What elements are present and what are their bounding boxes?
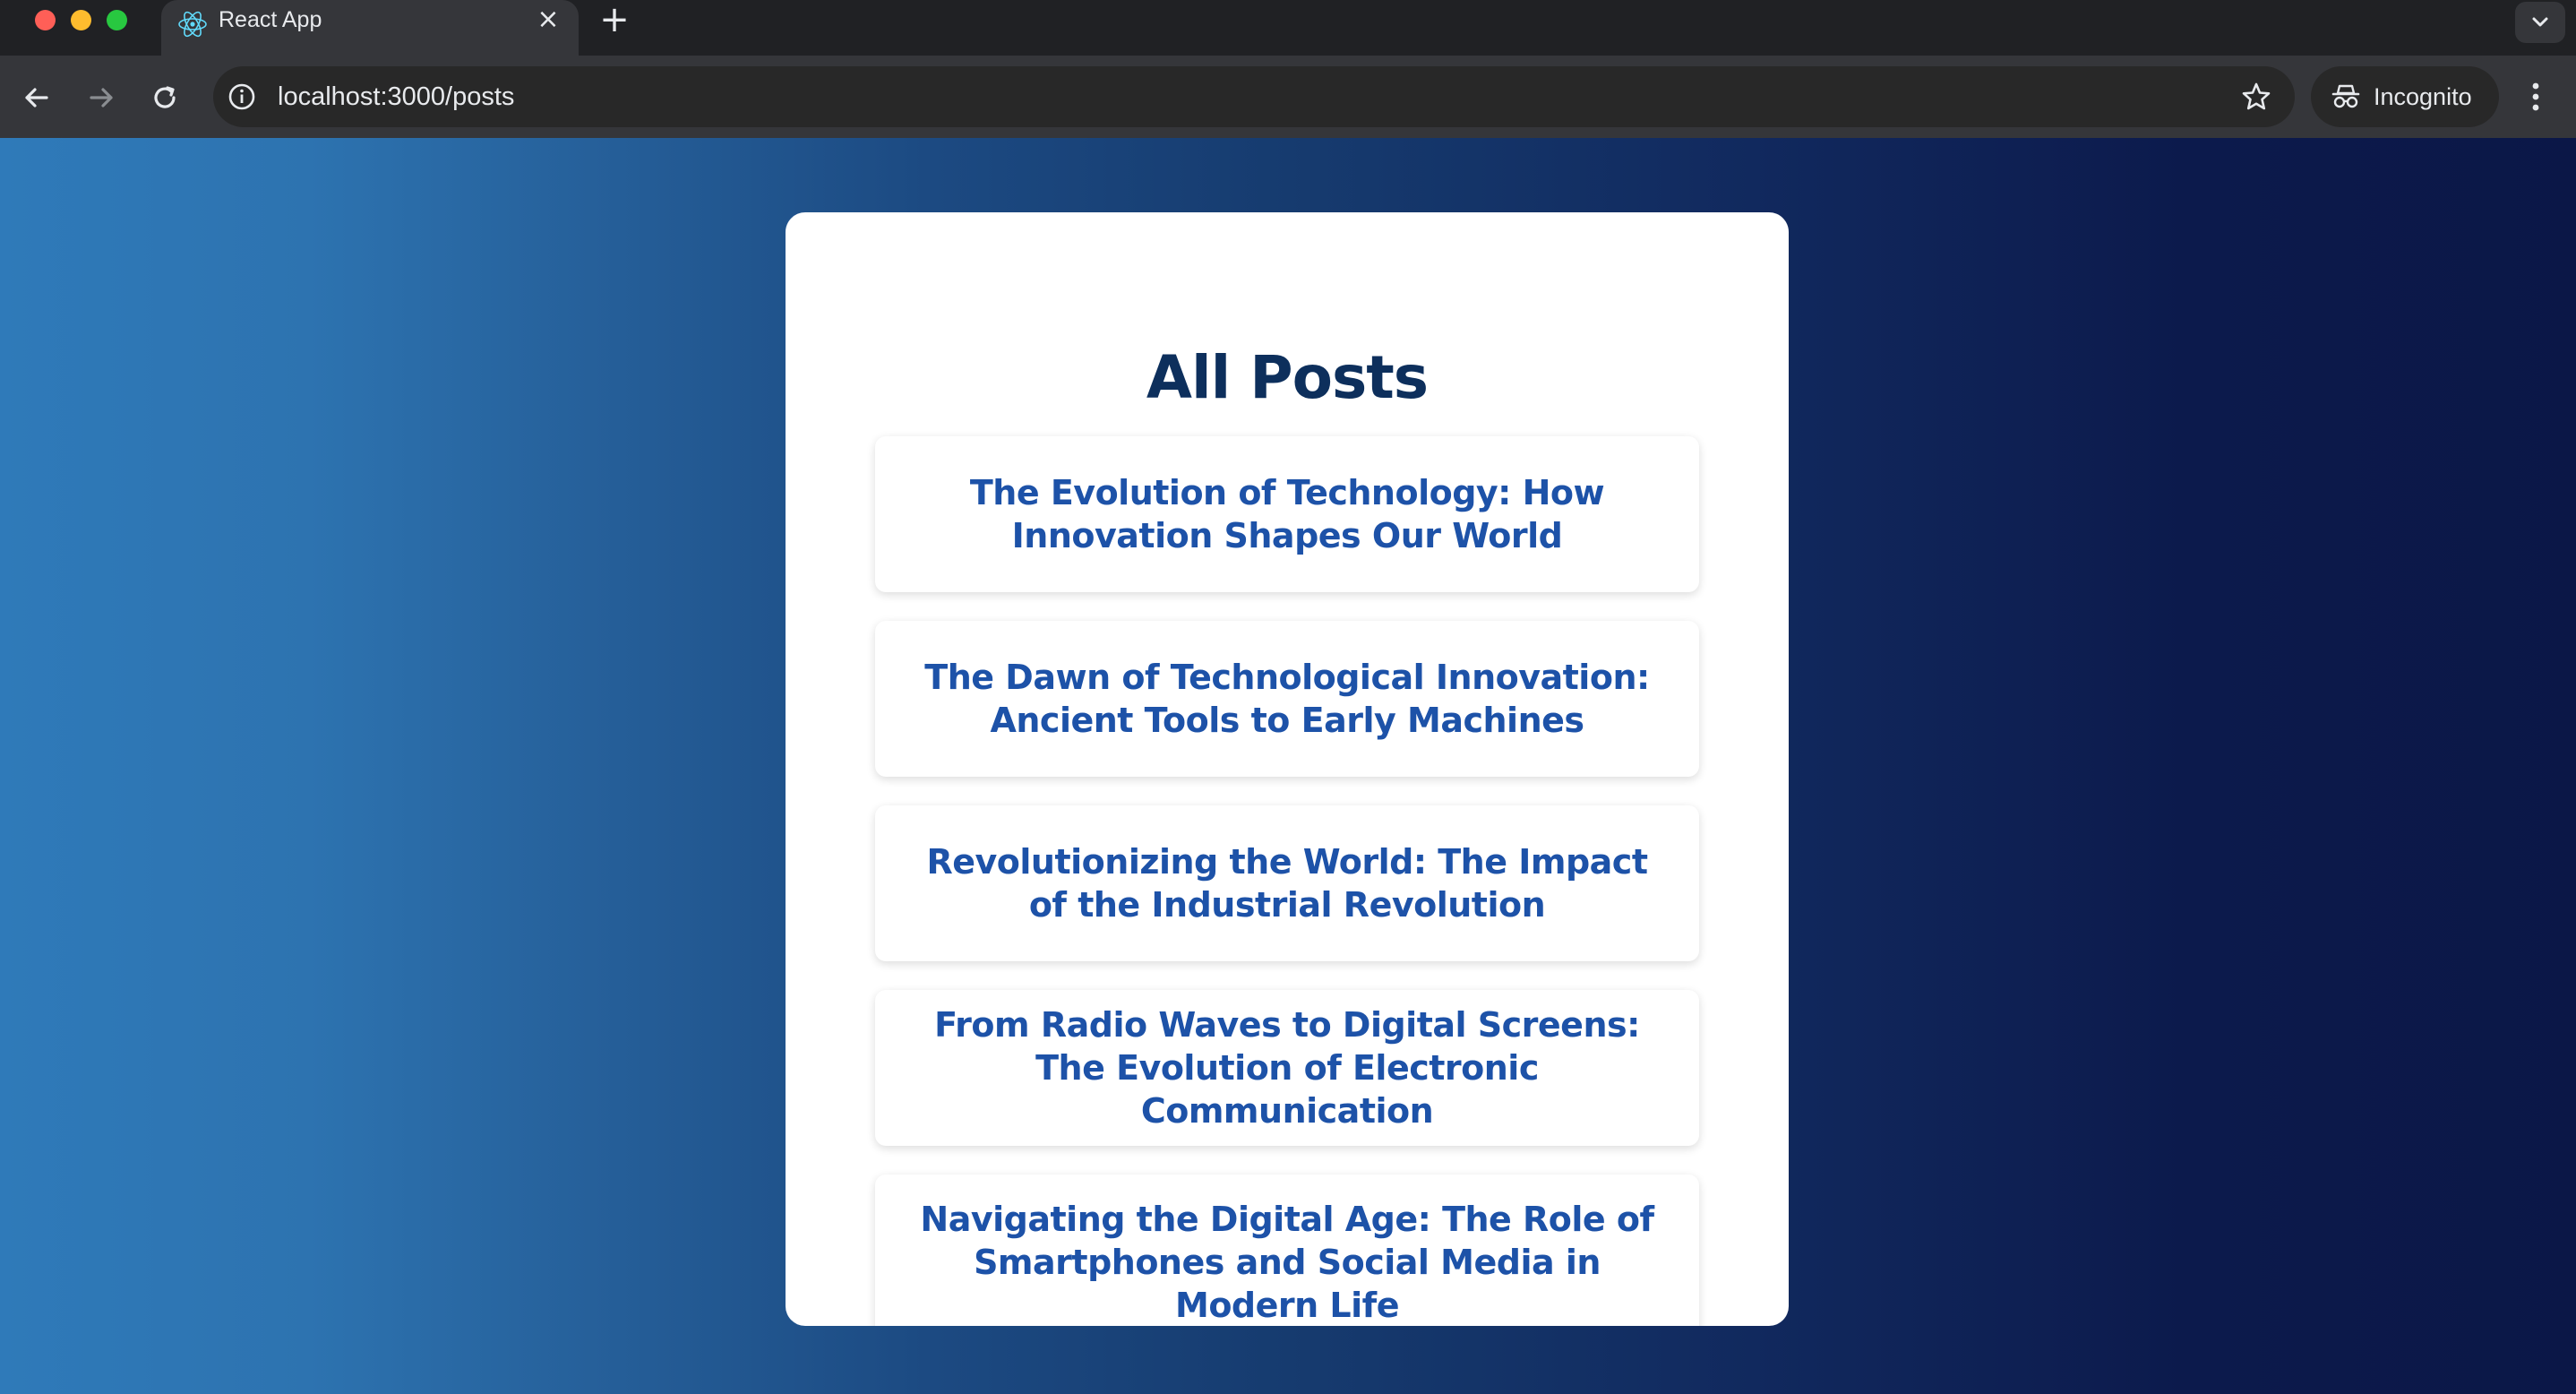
posts-card: All Posts The Evolution of Technology: H… <box>786 212 1789 1326</box>
maximize-window-button[interactable] <box>107 10 127 30</box>
chevron-down-icon <box>2532 17 2548 27</box>
forward-arrow-icon[interactable] <box>81 77 122 118</box>
incognito-badge[interactable]: Incognito <box>2311 66 2499 127</box>
address-bar[interactable]: localhost:3000/posts <box>213 66 2295 127</box>
minimize-window-button[interactable] <box>71 10 91 30</box>
star-icon[interactable] <box>2239 80 2273 114</box>
post-item[interactable]: The Dawn of Technological Innovation: An… <box>875 621 1699 777</box>
react-logo-icon <box>178 11 207 38</box>
post-title-link[interactable]: The Evolution of Technology: How Innovat… <box>907 471 1667 557</box>
tab-strip: React App × + <box>0 0 2576 56</box>
tab-title: React App <box>219 7 322 32</box>
info-icon[interactable] <box>226 81 258 113</box>
more-menu-icon[interactable] <box>2522 72 2549 122</box>
url-text[interactable]: localhost:3000/posts <box>278 81 514 113</box>
post-title-link[interactable]: The Dawn of Technological Innovation: An… <box>907 656 1667 742</box>
browser-tab[interactable]: React App × <box>161 0 579 56</box>
post-item[interactable]: Revolutionizing the World: The Impact of… <box>875 805 1699 961</box>
post-item[interactable]: From Radio Waves to Digital Screens: The… <box>875 990 1699 1146</box>
post-item[interactable]: Navigating the Digital Age: The Role of … <box>875 1175 1699 1326</box>
post-title-link[interactable]: From Radio Waves to Digital Screens: The… <box>907 1003 1667 1132</box>
incognito-label: Incognito <box>2374 83 2472 110</box>
incognito-icon <box>2331 84 2360 108</box>
back-arrow-icon[interactable] <box>16 77 57 118</box>
browser-toolbar: localhost:3000/posts Incognito <box>0 56 2576 138</box>
post-item[interactable]: The Evolution of Technology: How Innovat… <box>875 436 1699 592</box>
reload-icon[interactable] <box>145 77 186 118</box>
post-title-link[interactable]: Navigating the Digital Age: The Role of … <box>907 1198 1667 1326</box>
page-viewport[interactable]: All Posts The Evolution of Technology: H… <box>0 138 2576 1394</box>
page-title: All Posts <box>1146 343 1429 412</box>
plus-icon[interactable]: + <box>595 2 634 41</box>
tab-search-button[interactable] <box>2515 2 2565 43</box>
close-icon[interactable]: × <box>532 4 564 36</box>
close-window-button[interactable] <box>35 10 56 30</box>
post-title-link[interactable]: Revolutionizing the World: The Impact of… <box>907 840 1667 926</box>
